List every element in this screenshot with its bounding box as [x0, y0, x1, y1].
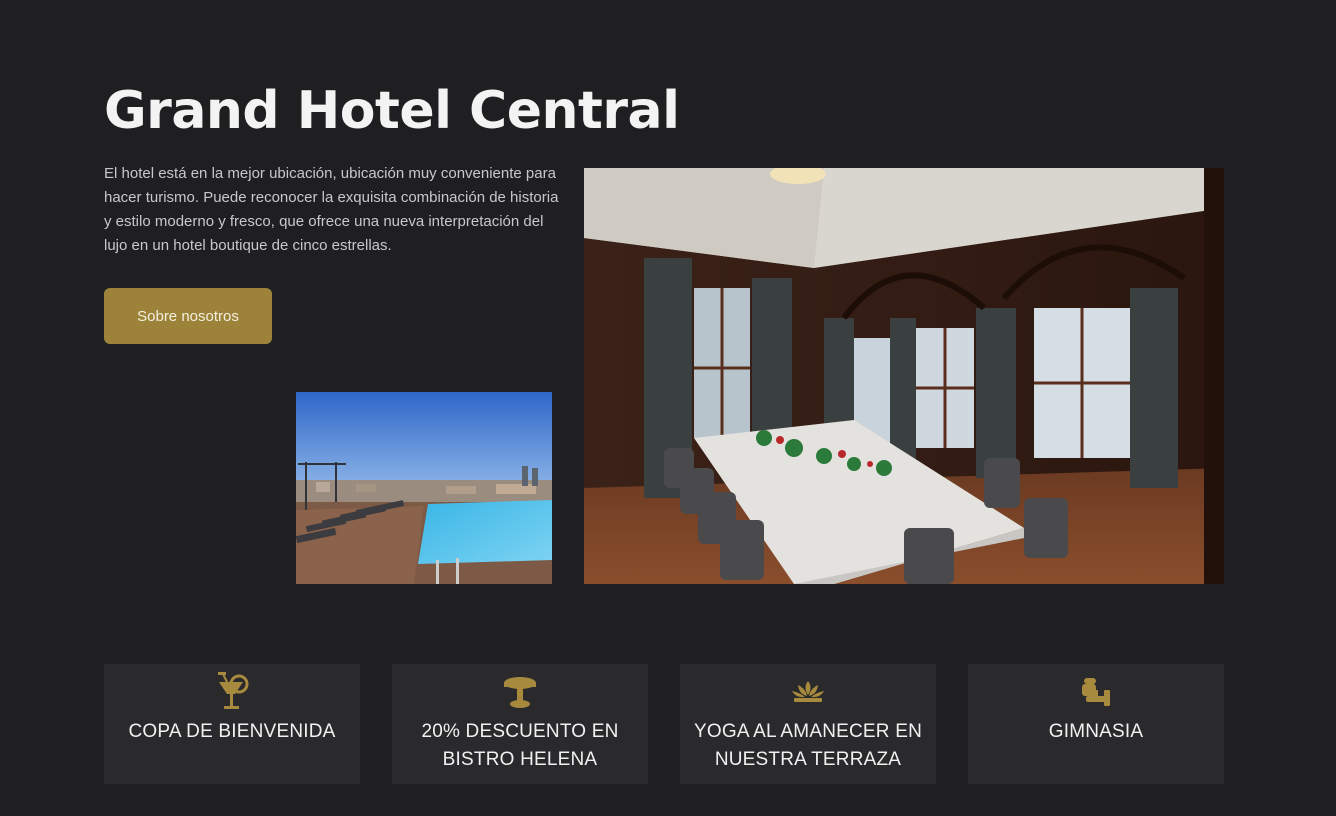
page-title: Grand Hotel Central [104, 81, 680, 141]
amenity-label: GIMNASIA [1048, 721, 1144, 742]
about-us-button[interactable]: Sobre nosotros [104, 288, 272, 344]
gym-icon [968, 672, 1224, 712]
amenity-bistro-discount: 20% DESCUENTO EN BISTRO HELENA [392, 664, 648, 784]
rooftop-pool-photo [296, 392, 552, 584]
amenity-gym: GIMNASIA [968, 664, 1224, 784]
amenity-label: YOGA AL AMANECER EN NUESTRA TERRAZA [693, 721, 922, 770]
cocktail-icon [104, 672, 360, 712]
amenity-label: 20% DESCUENTO EN BISTRO HELENA [421, 721, 619, 770]
dining-room-photo [584, 168, 1224, 584]
amenity-welcome-drink: COPA DE BIENVENIDA [104, 664, 360, 784]
hotel-page: Grand Hotel Central El hotel está en la … [0, 0, 1336, 816]
lotus-icon [680, 672, 936, 712]
amenity-sunrise-yoga: YOGA AL AMANECER EN NUESTRA TERRAZA [680, 664, 936, 784]
hotel-description: El hotel está en la mejor ubicación, ubi… [104, 165, 559, 254]
amenity-label: COPA DE BIENVENIDA [128, 721, 336, 742]
bistro-table-icon [392, 672, 648, 712]
